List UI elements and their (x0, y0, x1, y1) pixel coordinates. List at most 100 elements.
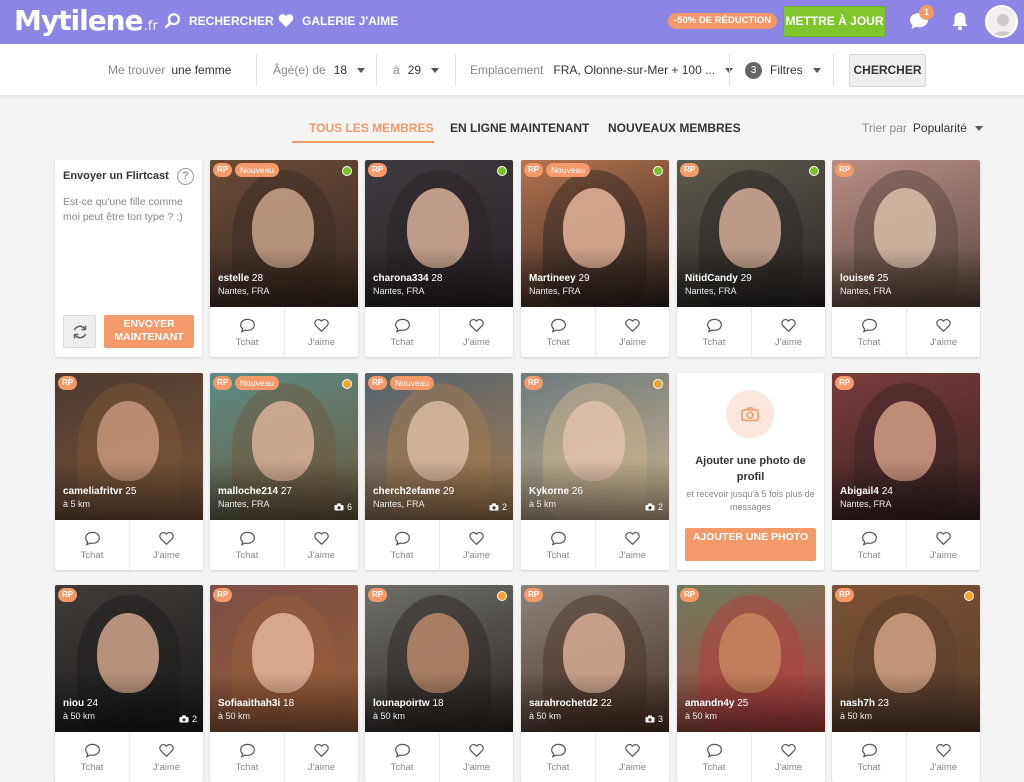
filters-dropdown[interactable]: 3 Filtres (745, 44, 821, 96)
member-photo[interactable]: RP amandn4y 25 à 50 km (677, 585, 825, 732)
chat-button[interactable]: Tchat (210, 732, 284, 782)
member-photo[interactable]: RP Kykorne 26 à 5 km 2 (521, 373, 669, 520)
like-button[interactable]: J'aime (129, 520, 203, 570)
like-button[interactable]: J'aime (595, 307, 669, 357)
chat-bubble-icon (394, 743, 410, 758)
member-name-age[interactable]: Sofiaaithah3i 18 (218, 698, 294, 709)
member-card: RP cameliafritvr 25 à 5 km Tchat J'aime (55, 373, 203, 570)
member-name-age[interactable]: amandn4y 25 (685, 698, 748, 709)
member-name-age[interactable]: niou 24 (63, 698, 98, 709)
like-button[interactable]: J'aime (439, 732, 513, 782)
member-photo[interactable]: RP sarahrochetd2 22 à 50 km 3 (521, 585, 669, 732)
member-photo[interactable]: RP louise6 25 Nantes, FRA (832, 160, 980, 307)
member-name-age[interactable]: sarahrochetd2 22 (529, 698, 612, 709)
like-button[interactable]: J'aime (906, 307, 980, 357)
member-photo[interactable]: RP Nouveau estelle 28 Nantes, FRA (210, 160, 358, 307)
rp-badge: RP (835, 588, 855, 602)
member-photo[interactable]: RP NitidCandy 29 Nantes, FRA (677, 160, 825, 307)
chat-button[interactable]: Tchat (365, 732, 439, 782)
member-photo[interactable]: RP cameliafritvr 25 à 5 km (55, 373, 203, 520)
member-name-age[interactable]: nash7h 23 (840, 698, 889, 709)
member-photo[interactable]: RP Sofiaaithah3i 18 à 50 km (210, 585, 358, 732)
gallery-nav-link[interactable]: GALERIE J'AIME (277, 12, 398, 30)
new-badge: Nouveau (235, 163, 280, 177)
tab-online-now[interactable]: EN LIGNE MAINTENANT (450, 121, 589, 143)
like-button[interactable]: J'aime (129, 732, 203, 782)
like-button[interactable]: J'aime (284, 307, 358, 357)
age-min-dropdown[interactable]: Âgé(e) de 18 (273, 44, 366, 96)
chat-button[interactable]: Tchat (832, 520, 906, 570)
like-button[interactable]: J'aime (284, 520, 358, 570)
chat-button[interactable]: Tchat (210, 307, 284, 357)
help-icon[interactable]: ? (177, 168, 194, 185)
member-name: malloche214 (218, 486, 279, 497)
like-button[interactable]: J'aime (906, 732, 980, 782)
like-button[interactable]: J'aime (595, 732, 669, 782)
member-photo[interactable]: RP Nouveau malloche214 27 Nantes, FRA 6 (210, 373, 358, 520)
chat-button[interactable]: Tchat (365, 520, 439, 570)
chevron-down-icon (974, 125, 983, 131)
member-photo[interactable]: RP charona334 28 Nantes, FRA (365, 160, 513, 307)
like-button[interactable]: J'aime (284, 732, 358, 782)
like-label: J'aime (307, 761, 336, 773)
member-photo[interactable]: RP niou 24 à 50 km 2 (55, 585, 203, 732)
chat-button[interactable]: Tchat (832, 307, 906, 357)
member-name-age[interactable]: Martineey 29 (529, 273, 590, 284)
member-card: RP Nouveau Martineey 29 Nantes, FRA Tchat J'a… (521, 160, 669, 357)
member-name: louise6 (840, 273, 875, 284)
member-name-age[interactable]: malloche214 27 (218, 486, 292, 497)
search-nav-link[interactable]: RECHERCHER (164, 12, 274, 30)
member-name-age[interactable]: cameliafritvr 25 (63, 486, 136, 497)
add-photo-button[interactable]: AJOUTER UNE PHOTO (685, 528, 816, 561)
member-name-age[interactable]: estelle 28 (218, 273, 263, 284)
chat-button[interactable]: Tchat (55, 732, 129, 782)
rp-badge: RP (58, 588, 78, 602)
member-name-age[interactable]: cherch2efame 29 (373, 486, 454, 497)
member-photo[interactable]: RP Nouveau Martineey 29 Nantes, FRA (521, 160, 669, 307)
bell-icon[interactable] (949, 10, 971, 32)
chat-button[interactable]: Tchat (521, 307, 595, 357)
chat-button[interactable]: Tchat (521, 732, 595, 782)
chat-button[interactable]: Tchat (521, 520, 595, 570)
search-button[interactable]: CHERCHER (849, 54, 926, 87)
member-photo[interactable]: RP Nouveau cherch2efame 29 Nantes, FRA 2 (365, 373, 513, 520)
chat-button[interactable]: Tchat (210, 520, 284, 570)
member-location: à 50 km (529, 711, 562, 721)
chat-button[interactable]: Tchat (677, 732, 751, 782)
member-photo[interactable]: RP Abigail4 24 Nantes, FRA (832, 373, 980, 520)
send-flirtcast-button[interactable]: ENVOYER MAINTENANT (104, 315, 194, 348)
like-label: J'aime (618, 549, 647, 561)
chat-button[interactable]: Tchat (677, 307, 751, 357)
chat-button[interactable]: Tchat (365, 307, 439, 357)
user-avatar[interactable] (985, 5, 1018, 38)
age-max-dropdown[interactable]: à 29 (393, 44, 440, 96)
member-name-age[interactable]: lounapoirtw 18 (373, 698, 444, 709)
location-dropdown[interactable]: Emplacement FRA, Olonne-sur-Mer + 100 ..… (470, 44, 734, 96)
like-button[interactable]: J'aime (439, 520, 513, 570)
upgrade-button[interactable]: METTRE À JOUR (783, 6, 886, 37)
member-name-age[interactable]: NitidCandy 29 (685, 273, 752, 284)
seeking-dropdown[interactable]: Me trouver une femme (108, 44, 231, 96)
chat-button[interactable]: Tchat (55, 520, 129, 570)
member-age: 28 (251, 273, 264, 284)
like-label: J'aime (307, 336, 336, 348)
member-photo[interactable]: RP nash7h 23 à 50 km (832, 585, 980, 732)
member-name-age[interactable]: Abigail4 24 (840, 486, 893, 497)
member-name-age[interactable]: louise6 25 (840, 273, 888, 284)
member-name-age[interactable]: Kykorne 26 (529, 486, 583, 497)
site-logo[interactable]: Mytilene .fr (14, 4, 158, 37)
member-photo[interactable]: RP lounapoirtw 18 à 50 km (365, 585, 513, 732)
tab-all-members[interactable]: TOUS LES MEMBRES (309, 121, 433, 143)
chat-label: Tchat (80, 761, 104, 773)
discount-badge[interactable]: -50% DE RÉDUCTION (668, 13, 778, 29)
refresh-message-button[interactable] (63, 315, 96, 348)
member-name-age[interactable]: charona334 28 (373, 273, 443, 284)
chat-button[interactable]: Tchat (832, 732, 906, 782)
tab-new-members[interactable]: NOUVEAUX MEMBRES (608, 121, 741, 143)
like-button[interactable]: J'aime (751, 732, 825, 782)
like-button[interactable]: J'aime (595, 520, 669, 570)
sort-dropdown[interactable]: Trier par Popularité (862, 121, 983, 135)
like-button[interactable]: J'aime (439, 307, 513, 357)
like-button[interactable]: J'aime (906, 520, 980, 570)
like-button[interactable]: J'aime (751, 307, 825, 357)
